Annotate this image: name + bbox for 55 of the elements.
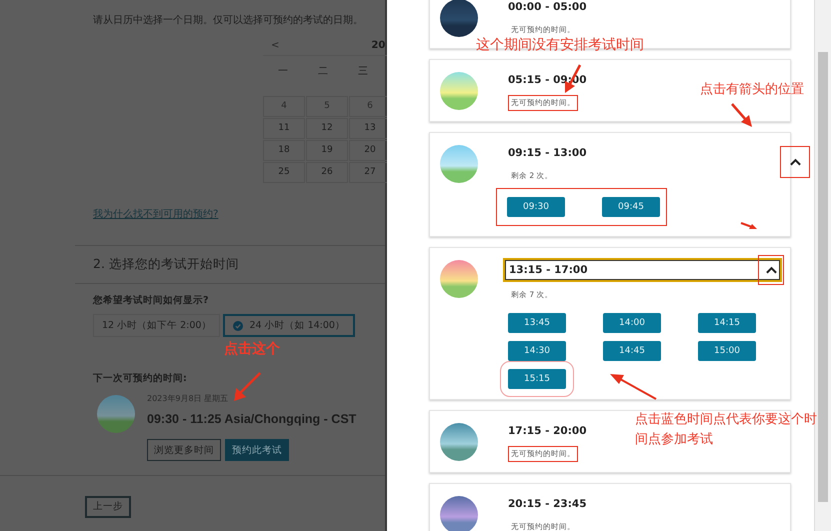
time-slot-button[interactable]: 14:15 bbox=[698, 313, 756, 333]
period-time: 13:15 - 17:00 bbox=[509, 264, 588, 276]
chevron-up-icon[interactable] bbox=[790, 158, 800, 166]
annotation-arrow bbox=[740, 222, 758, 230]
time-slot-button[interactable]: 09:45 bbox=[602, 197, 660, 217]
calendar-month-title: 20 bbox=[371, 40, 386, 50]
check-circle-icon bbox=[233, 320, 244, 330]
time-range-text: 09:30 - 11:25 Asia/Chongqing - CST bbox=[147, 412, 356, 426]
annotation-arrow bbox=[232, 372, 262, 402]
annotation-arrow bbox=[730, 102, 754, 128]
annotation-text: 点击蓝色时间点代表你要这个时间点参加考试 bbox=[635, 411, 818, 449]
period-time: 20:15 - 23:45 bbox=[508, 498, 587, 510]
weekday-label: 一 bbox=[277, 65, 289, 78]
calendar-day[interactable]: 12 bbox=[306, 118, 348, 139]
previous-month-button[interactable]: < bbox=[271, 40, 280, 50]
time-slot-button[interactable]: 13:45 bbox=[508, 313, 566, 333]
time-slot-button[interactable]: 09:30 bbox=[507, 197, 565, 217]
back-button[interactable]: 上一步 bbox=[85, 496, 131, 518]
instruction-text: 请从日历中选择一个日期。仅可以选择可预约的考试的日期。 bbox=[93, 14, 364, 27]
sky-icon bbox=[440, 145, 478, 183]
calendar-day[interactable]: 25 bbox=[263, 162, 305, 183]
next-available-label: 下一次可预约的时间: bbox=[93, 372, 188, 385]
period-time: 09:15 - 13:00 bbox=[508, 147, 587, 159]
period-header-button[interactable]: 13:15 - 17:00 bbox=[503, 258, 782, 282]
sky-icon bbox=[440, 0, 478, 37]
period-time: 17:15 - 20:00 bbox=[508, 425, 587, 437]
calendar-day[interactable]: 19 bbox=[306, 140, 348, 161]
action-button[interactable]: 预约此考试 bbox=[225, 439, 289, 461]
time-slot-button[interactable]: 14:45 bbox=[603, 341, 661, 361]
help-link[interactable]: 我为什么找不到可用的预约? bbox=[93, 207, 385, 221]
time-slot-button[interactable]: 15:15 bbox=[508, 369, 566, 389]
annotation-text: 这个期间没有安排考试时间 bbox=[476, 37, 644, 53]
sky-icon bbox=[440, 72, 478, 110]
weekday-label: 三 bbox=[357, 65, 369, 78]
time-slot-button[interactable]: 14:30 bbox=[508, 341, 566, 361]
sky-icon bbox=[440, 260, 478, 298]
annotation-text: 点击有箭头的位置 bbox=[700, 81, 804, 98]
time-slot-button[interactable]: 14:00 bbox=[603, 313, 661, 333]
calendar-day[interactable]: 18 bbox=[263, 140, 305, 161]
section-header: 2. 选择您的考试开始时间 bbox=[75, 245, 385, 284]
annotation-arrow bbox=[608, 372, 658, 400]
calendar-day[interactable]: 26 bbox=[306, 162, 348, 183]
chevron-up-icon[interactable] bbox=[766, 266, 776, 274]
time-slot-button[interactable]: 15:00 bbox=[698, 341, 756, 361]
sky-icon bbox=[440, 423, 478, 461]
format-option[interactable]: 12 小时（如下午 2:00） bbox=[93, 314, 220, 337]
format-option[interactable]: 24 小时（如 14:00） bbox=[223, 314, 355, 337]
weekday-label: 二 bbox=[317, 65, 329, 78]
format-question: 您希望考试时间如何显示? bbox=[93, 294, 210, 307]
period-time: 00:00 - 05:00 bbox=[508, 1, 587, 13]
sky-icon bbox=[97, 395, 135, 433]
sky-icon bbox=[440, 496, 478, 531]
action-button[interactable]: 浏览更多时间 bbox=[147, 439, 221, 461]
annotation-text: 点击这个 bbox=[224, 340, 280, 358]
calendar-day[interactable]: 11 bbox=[263, 118, 305, 139]
